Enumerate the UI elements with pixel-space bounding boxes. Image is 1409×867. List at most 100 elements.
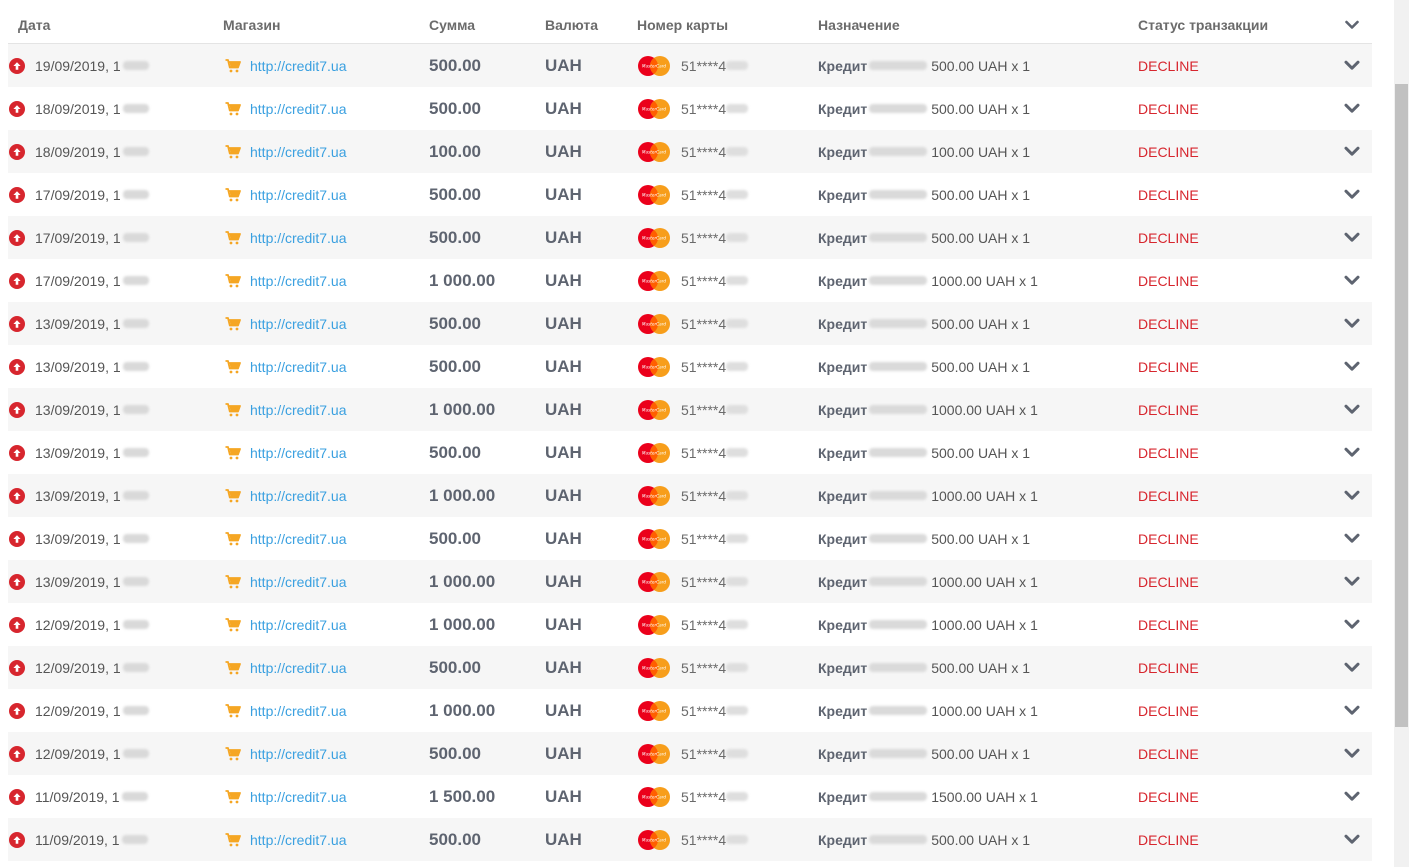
expand-row-button[interactable] bbox=[1332, 189, 1372, 200]
expand-row-button[interactable] bbox=[1332, 791, 1372, 802]
table-row[interactable]: 18/09/2019, 1 http://credit7.ua 100.00 U… bbox=[8, 130, 1372, 173]
redacted-purpose-id bbox=[869, 534, 928, 543]
expand-row-button[interactable] bbox=[1332, 447, 1372, 458]
expand-row-button[interactable] bbox=[1332, 834, 1372, 845]
expand-row-button[interactable] bbox=[1332, 576, 1372, 587]
expand-row-button[interactable] bbox=[1332, 490, 1372, 501]
column-header-status[interactable]: Статус транзакции bbox=[1138, 17, 1332, 33]
shop-link[interactable]: http://credit7.ua bbox=[250, 617, 347, 633]
transaction-date: 11/09/2019, 1 bbox=[35, 831, 120, 848]
redacted-time bbox=[122, 362, 149, 371]
shop-link[interactable]: http://credit7.ua bbox=[250, 359, 347, 375]
shop-link[interactable]: http://credit7.ua bbox=[250, 230, 347, 246]
shopping-cart-icon bbox=[225, 789, 241, 803]
arrow-up-circle-icon bbox=[9, 401, 25, 418]
table-row[interactable]: 18/09/2019, 1 http://credit7.ua 500.00 U… bbox=[8, 87, 1372, 130]
expand-row-button[interactable] bbox=[1332, 705, 1372, 716]
card-number: 51****4 bbox=[681, 272, 727, 289]
shop-link[interactable]: http://credit7.ua bbox=[250, 101, 347, 117]
table-row[interactable]: 12/09/2019, 1 http://credit7.ua 1 000.00… bbox=[8, 603, 1372, 646]
shopping-cart-icon bbox=[225, 488, 241, 502]
shop-link[interactable]: http://credit7.ua bbox=[250, 789, 347, 805]
transaction-date: 17/09/2019, 1 bbox=[35, 229, 121, 246]
redacted-card-digits bbox=[726, 749, 749, 758]
transaction-sum: 500.00 bbox=[429, 98, 481, 118]
transaction-sum: 100.00 bbox=[429, 141, 481, 161]
svg-text:MasterCard: MasterCard bbox=[642, 407, 667, 412]
table-row[interactable]: 13/09/2019, 1 http://credit7.ua 1 000.00… bbox=[8, 388, 1372, 431]
card-number: 51****4 bbox=[681, 487, 727, 504]
redacted-purpose-id bbox=[869, 577, 928, 586]
shop-link[interactable]: http://credit7.ua bbox=[250, 660, 347, 676]
table-row[interactable]: 17/09/2019, 1 http://credit7.ua 1 000.00… bbox=[8, 259, 1372, 302]
table-row[interactable]: 11/09/2019, 1 http://credit7.ua 500.00 U… bbox=[8, 818, 1372, 861]
mastercard-logo: MasterCard bbox=[638, 98, 670, 119]
expand-row-button[interactable] bbox=[1332, 404, 1372, 415]
expand-row-button[interactable] bbox=[1332, 619, 1372, 630]
column-header-currency[interactable]: Валюта bbox=[545, 17, 637, 33]
column-header-card[interactable]: Номер карты bbox=[637, 17, 818, 33]
table-row[interactable]: 19/09/2019, 1 http://credit7.ua 500.00 U… bbox=[8, 44, 1372, 87]
transaction-status: DECLINE bbox=[1138, 702, 1199, 719]
purpose-label: Кредит bbox=[818, 186, 868, 203]
shop-link[interactable]: http://credit7.ua bbox=[250, 187, 347, 203]
svg-text:MasterCard: MasterCard bbox=[642, 450, 667, 455]
transaction-sum: 500.00 bbox=[429, 743, 481, 763]
expand-row-button[interactable] bbox=[1332, 275, 1372, 286]
table-row[interactable]: 17/09/2019, 1 http://credit7.ua 500.00 U… bbox=[8, 173, 1372, 216]
scrollbar-thumb[interactable] bbox=[1395, 84, 1408, 727]
transaction-date: 19/09/2019, 1 bbox=[35, 57, 121, 74]
table-row[interactable]: 13/09/2019, 1 http://credit7.ua 500.00 U… bbox=[8, 517, 1372, 560]
shopping-cart-icon bbox=[225, 402, 241, 416]
table-row[interactable]: 17/09/2019, 1 http://credit7.ua 500.00 U… bbox=[8, 216, 1372, 259]
column-header-purpose[interactable]: Назначение bbox=[818, 17, 1138, 33]
table-row[interactable]: 13/09/2019, 1 http://credit7.ua 1 000.00… bbox=[8, 474, 1372, 517]
shop-link[interactable]: http://credit7.ua bbox=[250, 746, 347, 762]
shop-link[interactable]: http://credit7.ua bbox=[250, 703, 347, 719]
shop-link[interactable]: http://credit7.ua bbox=[250, 574, 347, 590]
arrow-up-circle-icon bbox=[9, 315, 25, 332]
table-row[interactable]: 13/09/2019, 1 http://credit7.ua 500.00 U… bbox=[8, 302, 1372, 345]
table-row[interactable]: 13/09/2019, 1 http://credit7.ua 500.00 U… bbox=[8, 345, 1372, 388]
shop-link[interactable]: http://credit7.ua bbox=[250, 58, 347, 74]
expand-row-button[interactable] bbox=[1332, 232, 1372, 243]
expand-row-button[interactable] bbox=[1332, 533, 1372, 544]
expand-row-button[interactable] bbox=[1332, 748, 1372, 759]
expand-row-button[interactable] bbox=[1332, 146, 1372, 157]
shop-link[interactable]: http://credit7.ua bbox=[250, 316, 347, 332]
column-header-date[interactable]: Дата bbox=[8, 17, 223, 33]
card-number: 51****4 bbox=[681, 702, 727, 719]
shopping-cart-icon bbox=[225, 316, 241, 330]
table-row[interactable]: 13/09/2019, 1 http://credit7.ua 1 000.00… bbox=[8, 560, 1372, 603]
table-row[interactable]: 11/09/2019, 1 http://credit7.ua 1 500.00… bbox=[8, 775, 1372, 818]
expand-row-button[interactable] bbox=[1332, 60, 1372, 71]
arrow-up-circle-icon bbox=[9, 745, 25, 762]
shop-link[interactable]: http://credit7.ua bbox=[250, 144, 347, 160]
redacted-purpose-id bbox=[869, 319, 928, 328]
table-row[interactable]: 12/09/2019, 1 http://credit7.ua 1 000.00… bbox=[8, 689, 1372, 732]
expand-row-button[interactable] bbox=[1332, 318, 1372, 329]
expand-all-button[interactable] bbox=[1332, 20, 1372, 30]
shop-link[interactable]: http://credit7.ua bbox=[250, 445, 347, 461]
redacted-time bbox=[122, 749, 149, 758]
shop-link[interactable]: http://credit7.ua bbox=[250, 531, 347, 547]
shopping-cart-icon bbox=[225, 617, 241, 631]
purpose-amount: 500.00 UAH x 1 bbox=[931, 530, 1031, 547]
table-row[interactable]: 12/09/2019, 1 http://credit7.ua 500.00 U… bbox=[8, 732, 1372, 775]
purpose-label: Кредит bbox=[818, 401, 868, 418]
expand-row-button[interactable] bbox=[1332, 361, 1372, 372]
transaction-currency: UAH bbox=[545, 141, 582, 161]
column-header-shop[interactable]: Магазин bbox=[223, 17, 429, 33]
column-header-sum[interactable]: Сумма bbox=[429, 17, 545, 33]
shop-link[interactable]: http://credit7.ua bbox=[250, 832, 347, 848]
table-row[interactable]: 13/09/2019, 1 http://credit7.ua 500.00 U… bbox=[8, 431, 1372, 474]
transaction-status: DECLINE bbox=[1138, 788, 1199, 805]
transaction-sum: 1 500.00 bbox=[429, 786, 496, 806]
expand-row-button[interactable] bbox=[1332, 662, 1372, 673]
shop-link[interactable]: http://credit7.ua bbox=[250, 402, 347, 418]
vertical-scrollbar[interactable] bbox=[1394, 0, 1409, 867]
expand-row-button[interactable] bbox=[1332, 103, 1372, 114]
shop-link[interactable]: http://credit7.ua bbox=[250, 488, 347, 504]
shop-link[interactable]: http://credit7.ua bbox=[250, 273, 347, 289]
table-row[interactable]: 12/09/2019, 1 http://credit7.ua 500.00 U… bbox=[8, 646, 1372, 689]
